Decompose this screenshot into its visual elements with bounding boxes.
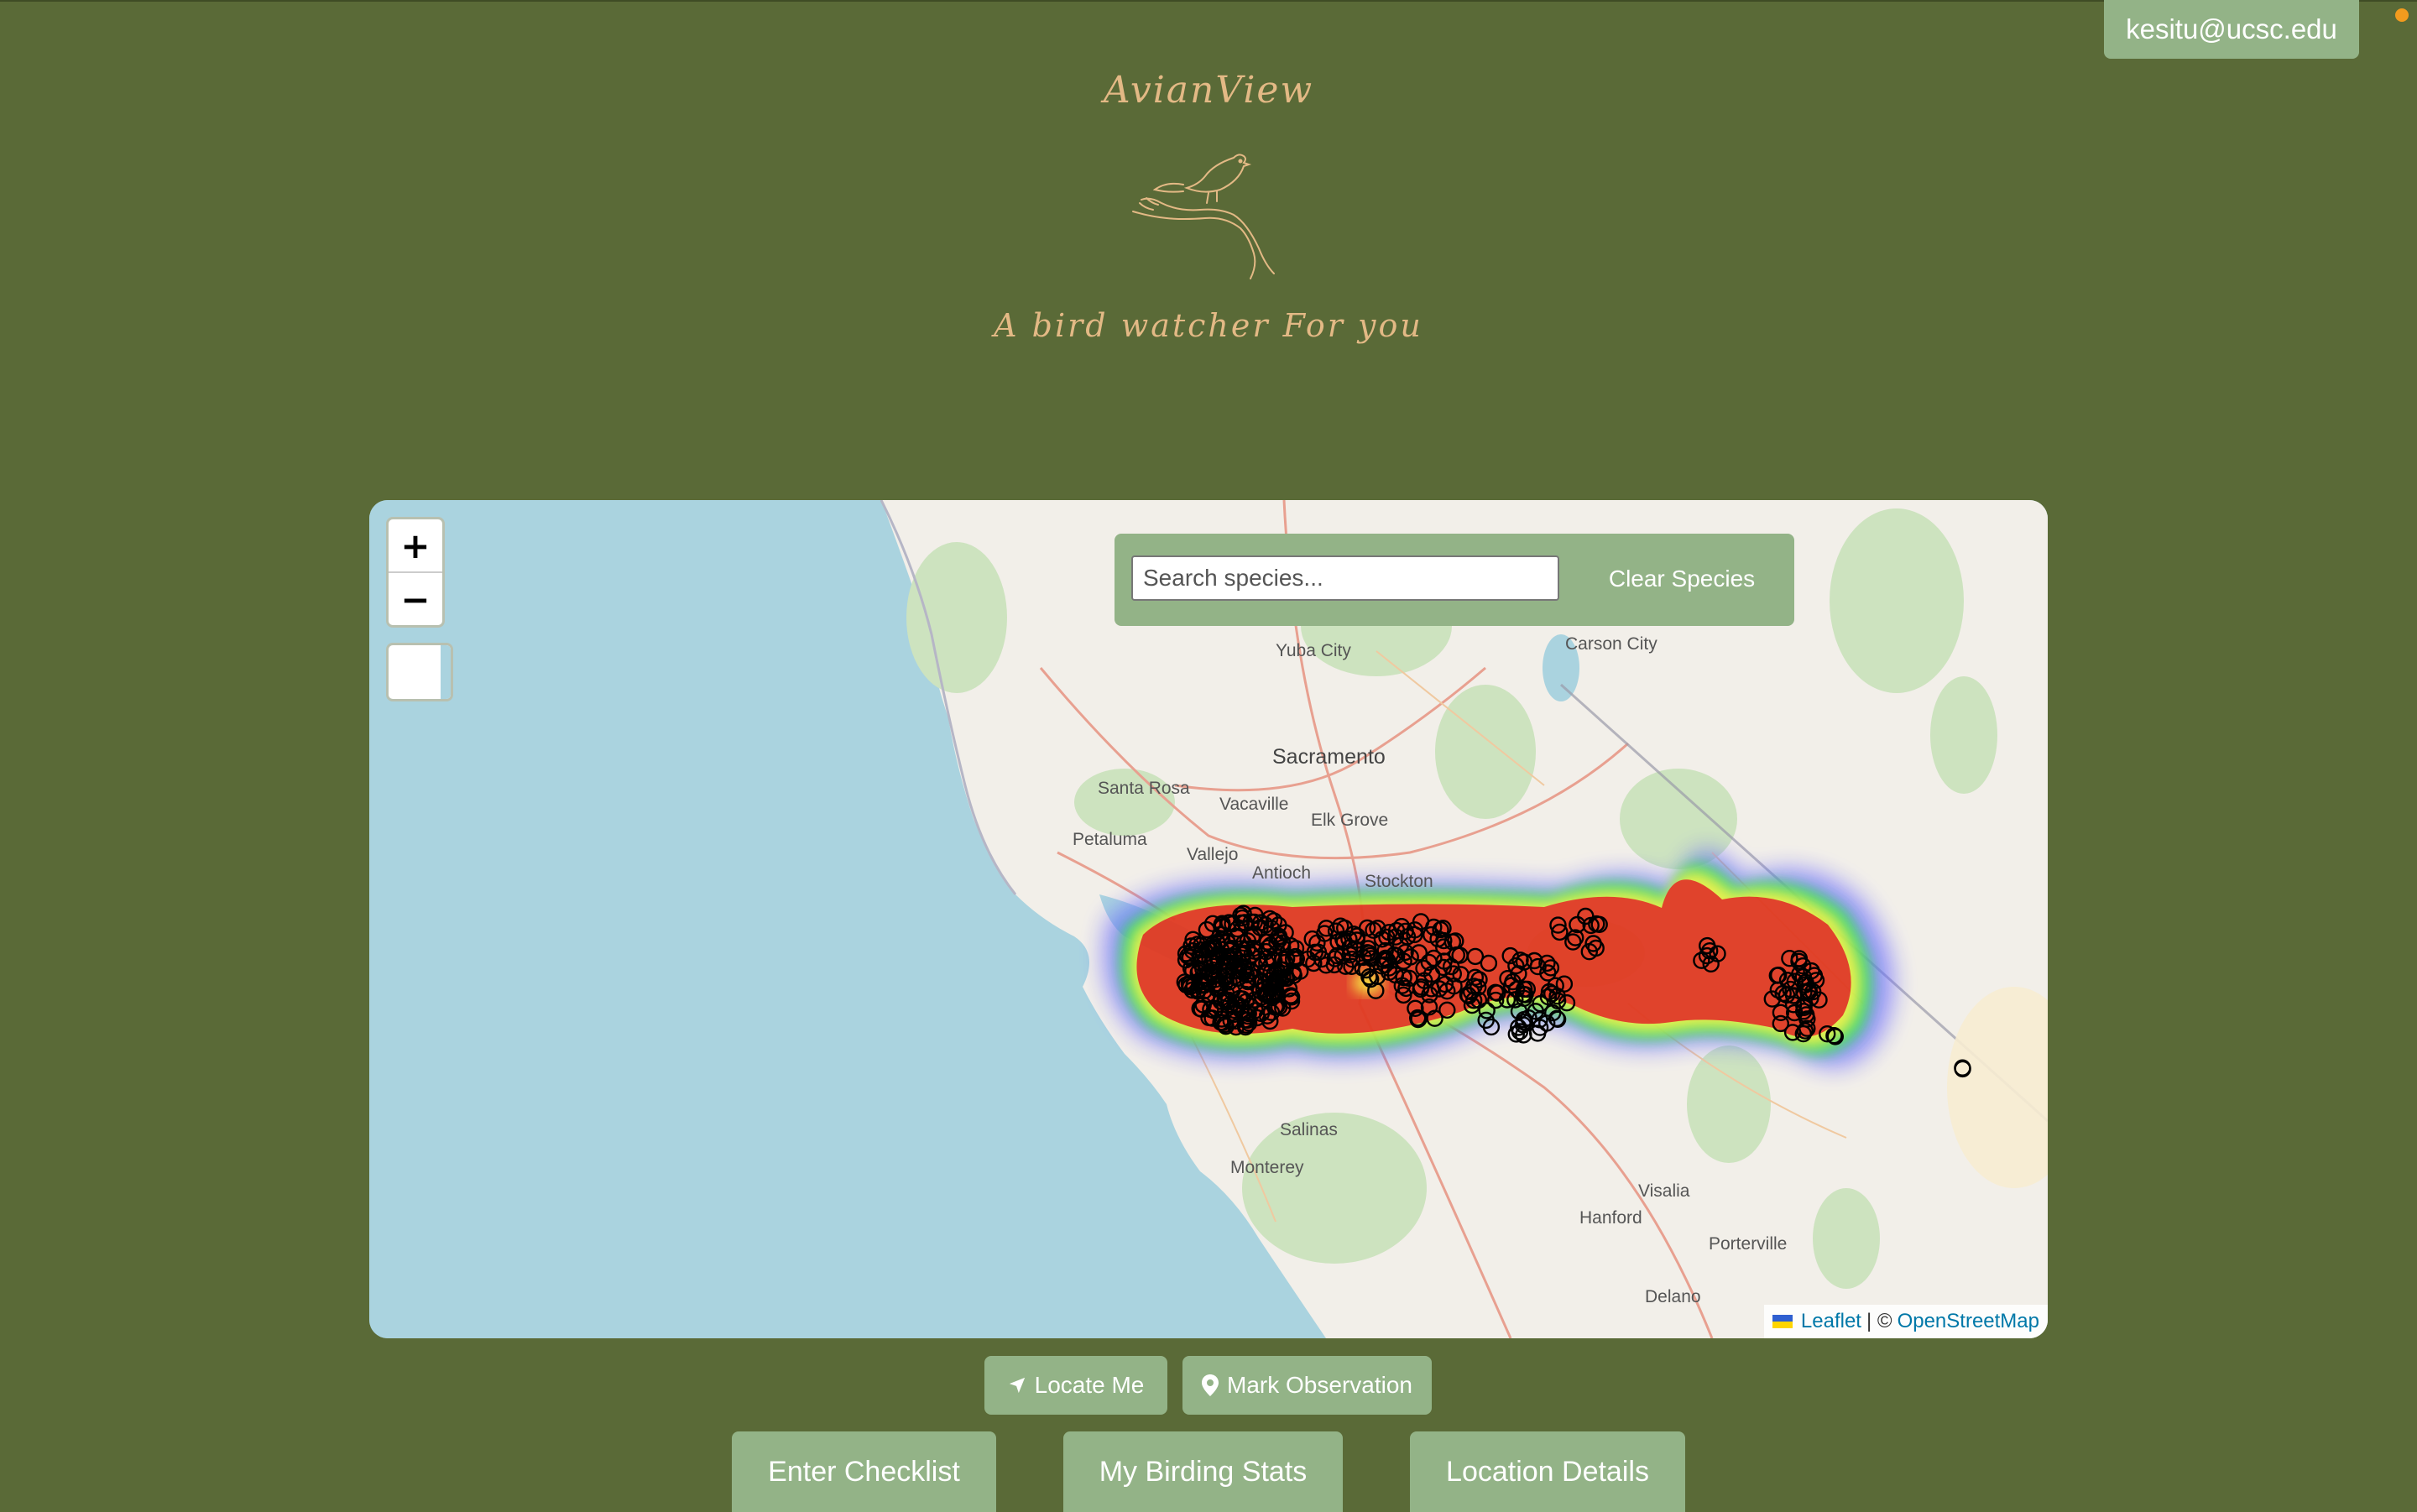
openstreetmap-link[interactable]: OpenStreetMap — [1898, 1310, 2039, 1333]
place-label: Hanford — [1579, 1208, 1642, 1228]
layer-toggle-button[interactable] — [386, 643, 453, 701]
place-label: Sacramento — [1272, 745, 1386, 769]
ukraine-flag-icon — [1772, 1315, 1793, 1328]
bird-heatmap-map[interactable]: Carson City Yuba City Sacramento Santa R… — [369, 500, 2048, 1338]
place-label: Monterey — [1230, 1158, 1304, 1177]
mark-observation-button[interactable]: Mark Observation — [1182, 1356, 1432, 1415]
place-label: Salinas — [1280, 1120, 1338, 1139]
place-label: Vallejo — [1187, 845, 1238, 864]
place-label: Elk Grove — [1311, 811, 1388, 830]
attribution-separator: | © — [1866, 1310, 1892, 1332]
app-title: AvianView — [1103, 69, 1314, 112]
place-label: Delano — [1645, 1287, 1701, 1306]
place-label: Porterville — [1709, 1234, 1787, 1254]
place-label: Petaluma — [1073, 830, 1147, 849]
zoom-out-button[interactable]: − — [389, 573, 442, 625]
enter-checklist-button[interactable]: Enter Checklist — [732, 1431, 996, 1512]
zoom-control: + − — [386, 517, 445, 628]
species-search-panel: Clear Species — [1115, 534, 1794, 626]
bird-on-hand-logo-icon — [1132, 154, 1275, 279]
leaflet-link[interactable]: Leaflet — [1801, 1310, 1861, 1333]
layer-toggle-edge — [441, 645, 451, 699]
species-search-input[interactable] — [1131, 555, 1559, 601]
locate-me-button[interactable]: Locate Me — [984, 1356, 1167, 1415]
map-pin-icon — [1202, 1374, 1219, 1396]
place-label: Stockton — [1365, 872, 1433, 891]
my-birding-stats-button[interactable]: My Birding Stats — [1063, 1431, 1343, 1512]
location-arrow-icon — [1009, 1377, 1025, 1394]
user-account-button[interactable]: kesitu@ucsc.edu — [2104, 0, 2359, 59]
map-attribution: Leaflet | © OpenStreetMap — [1763, 1305, 2048, 1338]
mark-observation-label: Mark Observation — [1227, 1372, 1412, 1398]
place-label: Yuba City — [1276, 641, 1351, 660]
place-label: Antioch — [1252, 863, 1311, 883]
zoom-in-button[interactable]: + — [389, 519, 442, 573]
app-tagline: A bird watcher For you — [994, 307, 1423, 344]
place-label: Carson City — [1565, 634, 1657, 654]
location-details-button[interactable]: Location Details — [1410, 1431, 1685, 1512]
locate-me-label: Locate Me — [1034, 1372, 1145, 1398]
place-label: Vacaville — [1219, 795, 1288, 814]
place-label: Santa Rosa — [1098, 779, 1190, 798]
notification-dot — [2395, 8, 2409, 22]
clear-species-button[interactable]: Clear Species — [1584, 555, 1779, 602]
place-label: Visalia — [1638, 1181, 1690, 1201]
top-rule — [0, 0, 2417, 2]
